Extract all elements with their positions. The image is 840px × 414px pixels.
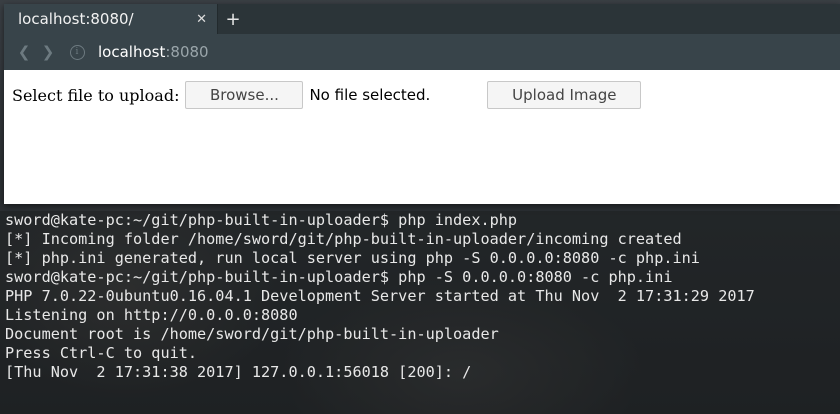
terminal-line: PHP 7.0.22-0ubuntu0.16.04.1 Development … [5, 287, 755, 305]
tab-bar: localhost:8080/ ✕ + [4, 4, 840, 34]
terminal-line: [Thu Nov 2 17:31:38 2017] 127.0.0.1:5601… [5, 363, 472, 381]
terminal-output: sword@kate-pc:~/git/php-built-in-uploade… [0, 211, 840, 414]
terminal-line: [*] Incoming folder /home/sword/git/php-… [5, 230, 682, 248]
new-tab-button[interactable]: + [218, 4, 248, 34]
browser-window: localhost:8080/ ✕ + ❮ ❯ i localhost:8080… [4, 4, 840, 204]
info-icon[interactable]: i [66, 41, 88, 63]
url-bar[interactable]: localhost:8080 [98, 43, 209, 61]
close-icon[interactable]: ✕ [196, 12, 207, 27]
tab-title: localhost:8080/ [18, 10, 134, 28]
chevron-right-icon[interactable]: ❯ [36, 40, 60, 64]
browse-button[interactable]: Browse... [185, 81, 304, 109]
terminal-line: Document root is /home/sword/git/php-bui… [5, 325, 499, 343]
tab-localhost[interactable]: localhost:8080/ ✕ [4, 4, 218, 34]
upload-form: Select file to upload: Browse... No file… [4, 70, 840, 120]
url-port: :8080 [165, 43, 209, 61]
navigation-bar: ❮ ❯ i localhost:8080 [4, 34, 840, 70]
terminal-line: Press Ctrl-C to quit. [5, 344, 198, 362]
terminal-line: [*] php.ini generated, run local server … [5, 249, 700, 267]
file-status-text: No file selected. [309, 86, 431, 104]
chevron-left-icon[interactable]: ❮ [12, 40, 36, 64]
terminal-line: Listening on http://0.0.0.0:8080 [5, 306, 298, 324]
terminal-line: sword@kate-pc:~/git/php-built-in-uploade… [5, 211, 518, 229]
terminal-line: sword@kate-pc:~/git/php-built-in-uploade… [5, 268, 673, 286]
file-upload-label: Select file to upload: [12, 85, 180, 105]
url-host: localhost [98, 43, 166, 61]
upload-image-button[interactable]: Upload Image [487, 81, 642, 109]
